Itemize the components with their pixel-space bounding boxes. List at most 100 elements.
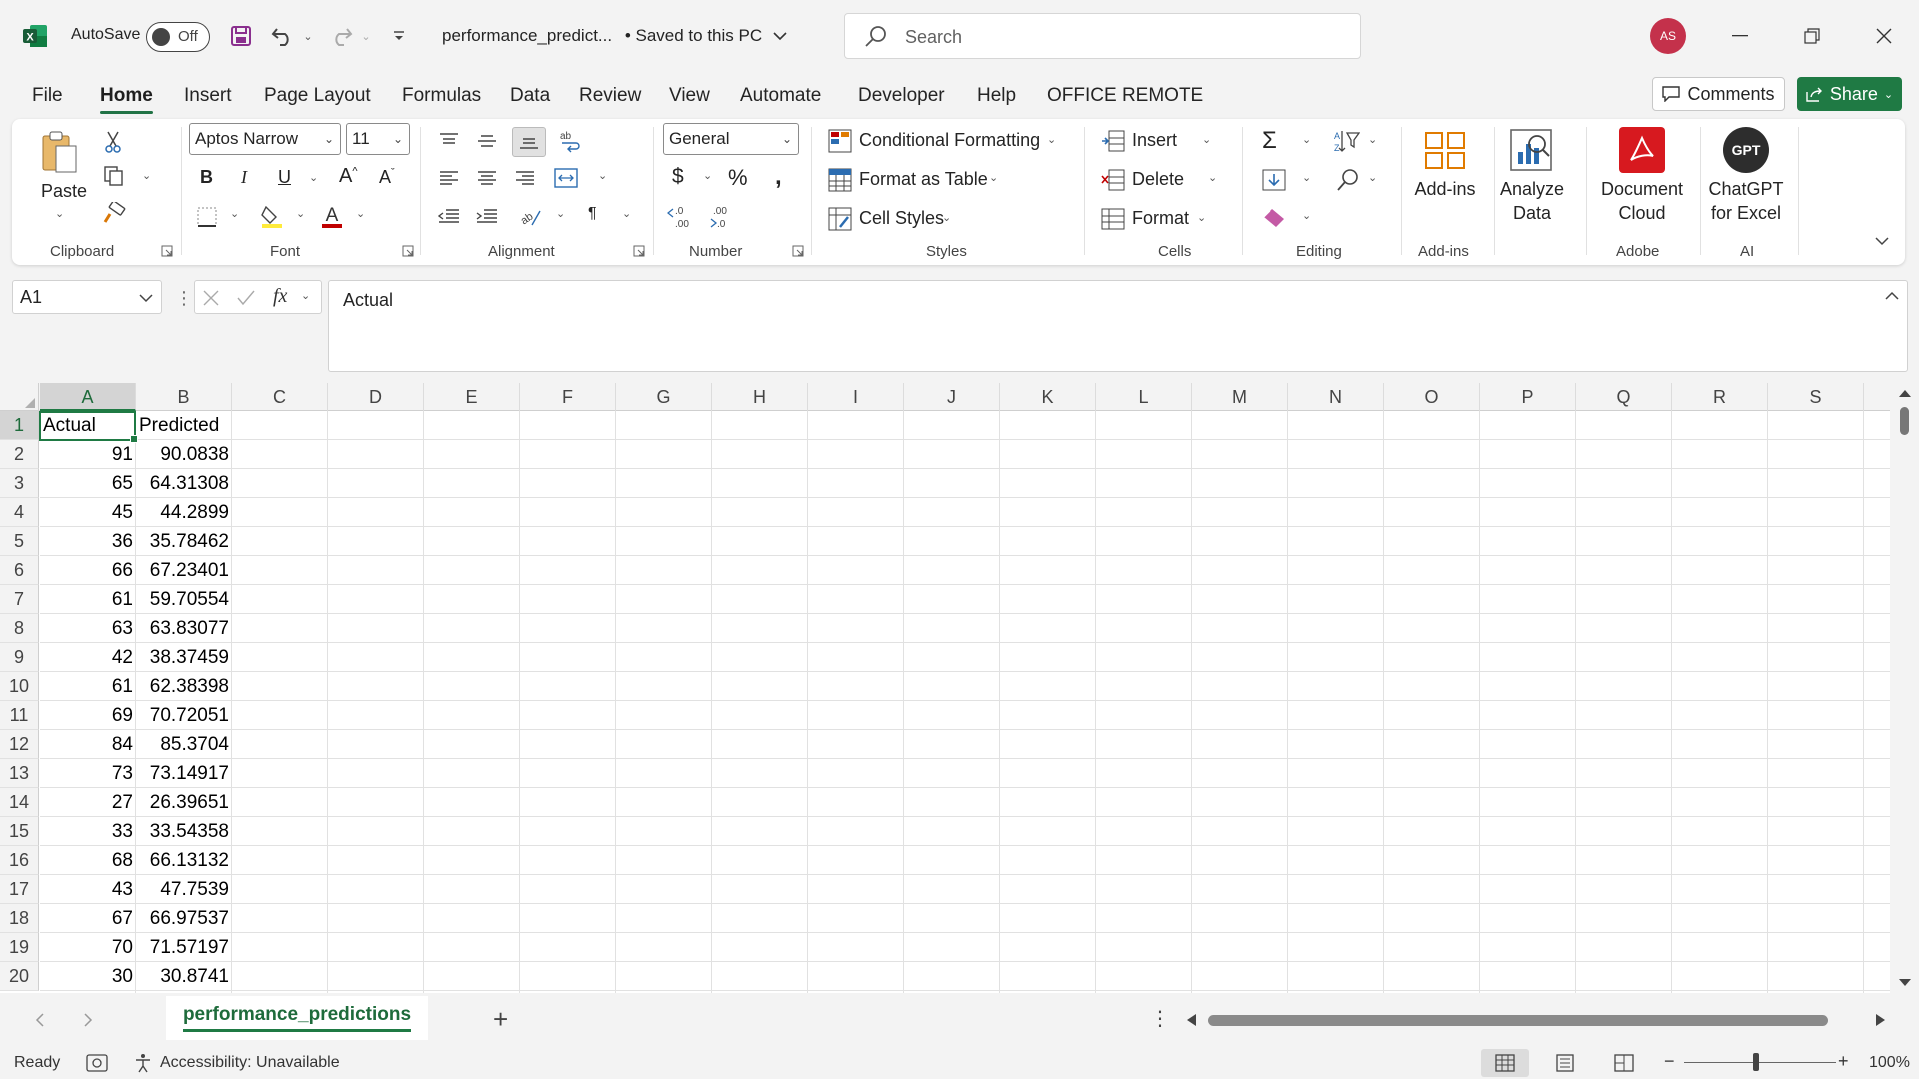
table-cell[interactable]: 26.39651 xyxy=(136,788,232,817)
table-cell[interactable]: 36 xyxy=(40,527,136,556)
chatgpt-label-1[interactable]: ChatGPT xyxy=(1706,177,1786,201)
column-header-k[interactable]: K xyxy=(1000,383,1096,411)
comma-style-icon[interactable]: , xyxy=(775,163,782,191)
clear-dropdown-icon[interactable]: ⌄ xyxy=(1302,209,1311,222)
zoom-in-button[interactable]: + xyxy=(1838,1051,1849,1072)
tab-review[interactable]: Review xyxy=(579,85,641,107)
alignment-launcher-icon[interactable] xyxy=(633,245,645,257)
orientation-icon[interactable]: ab xyxy=(516,203,544,229)
align-bottom-icon[interactable] xyxy=(512,127,546,157)
document-cloud-label-2[interactable]: Cloud xyxy=(1597,201,1687,225)
autosum-icon[interactable]: Σ xyxy=(1262,127,1277,155)
autosave-toggle[interactable]: Off xyxy=(146,22,210,52)
table-cell[interactable]: 61 xyxy=(40,585,136,614)
table-cell[interactable]: 90.0838 xyxy=(136,440,232,469)
formula-input[interactable]: Actual xyxy=(328,280,1908,372)
underline-icon[interactable]: U xyxy=(278,167,291,188)
font-launcher-icon[interactable] xyxy=(402,245,414,257)
font-name-dropdown[interactable]: Aptos Narrow ⌄ xyxy=(189,123,341,155)
table-cell[interactable]: 73 xyxy=(40,759,136,788)
table-cell[interactable]: 67.23401 xyxy=(136,556,232,585)
table-cell[interactable]: 73.14917 xyxy=(136,759,232,788)
currency-dropdown-icon[interactable]: ⌄ xyxy=(703,169,712,182)
table-cell[interactable]: 66.13132 xyxy=(136,846,232,875)
worksheet-grid[interactable]: ABCDEFGHIJKLMNOPQRS 1 2 3 4 5 6 7 8 9 10 11 12 13 14 1… xyxy=(0,383,1919,993)
column-header-f[interactable]: F xyxy=(520,383,616,411)
accessibility-status[interactable]: Accessibility: Unavailable xyxy=(160,1054,340,1072)
collapse-formula-icon[interactable] xyxy=(1885,291,1899,300)
underline-dropdown-icon[interactable]: ⌄ xyxy=(309,171,318,184)
fill-color-icon[interactable] xyxy=(258,203,286,229)
cancel-icon[interactable] xyxy=(203,290,219,306)
table-cell[interactable]: 44.2899 xyxy=(136,498,232,527)
scroll-right-icon[interactable] xyxy=(1876,1014,1886,1026)
tab-page-layout[interactable]: Page Layout xyxy=(264,85,371,107)
table-cell[interactable]: 30.8741 xyxy=(136,962,232,991)
table-cell[interactable]: 84 xyxy=(40,730,136,759)
number-format-dropdown[interactable]: General ⌄ xyxy=(663,123,799,155)
conditional-formatting-icon[interactable] xyxy=(827,128,853,154)
chevron-down-icon[interactable]: ⌄ xyxy=(1208,171,1217,184)
accessibility-icon[interactable] xyxy=(133,1053,153,1073)
column-header-h[interactable]: H xyxy=(712,383,808,411)
normal-view-button[interactable] xyxy=(1481,1049,1529,1077)
align-left-icon[interactable] xyxy=(436,167,462,191)
table-cell[interactable]: 68 xyxy=(40,846,136,875)
tab-automate[interactable]: Automate xyxy=(740,85,821,107)
clear-icon[interactable] xyxy=(1260,205,1288,231)
delete-cells-icon[interactable] xyxy=(1100,167,1126,193)
table-cell[interactable]: 63.83077 xyxy=(136,614,232,643)
previous-sheet-icon[interactable] xyxy=(35,1013,44,1027)
column-header-i[interactable]: I xyxy=(808,383,904,411)
comments-button[interactable]: Comments xyxy=(1652,77,1785,111)
header-cell-b[interactable]: Predicted xyxy=(136,411,232,440)
fill-down-icon[interactable] xyxy=(1260,167,1288,193)
percent-icon[interactable]: % xyxy=(728,165,748,191)
analyze-data-label-1[interactable]: Analyze xyxy=(1496,177,1568,201)
row-header-14[interactable]: 14 xyxy=(0,788,39,817)
tab-file[interactable]: File xyxy=(32,85,63,107)
align-center-icon[interactable] xyxy=(474,167,500,191)
document-title[interactable]: performance_predict... • Saved to this P… xyxy=(442,26,787,46)
chatgpt-icon[interactable]: GPT xyxy=(1723,127,1769,173)
row-header-2[interactable]: 2 xyxy=(0,440,39,469)
sort-filter-dropdown-icon[interactable]: ⌄ xyxy=(1368,133,1377,146)
chevron-down-icon[interactable]: ⌄ xyxy=(1047,133,1056,146)
horizontal-scroll-thumb[interactable] xyxy=(1208,1015,1828,1026)
column-header-p[interactable]: P xyxy=(1480,383,1576,411)
cell-styles-icon[interactable] xyxy=(827,206,853,232)
column-header-c[interactable]: C xyxy=(232,383,328,411)
row-header-8[interactable]: 8 xyxy=(0,614,39,643)
row-header-7[interactable]: 7 xyxy=(0,585,39,614)
table-cell[interactable]: 62.38398 xyxy=(136,672,232,701)
table-cell[interactable]: 59.70554 xyxy=(136,585,232,614)
clipboard-launcher-icon[interactable] xyxy=(161,245,173,257)
tab-data[interactable]: Data xyxy=(510,85,550,107)
more-options-icon[interactable]: ⋮ xyxy=(1150,1006,1170,1031)
restore-button[interactable] xyxy=(1789,14,1835,58)
column-header-s[interactable]: S xyxy=(1768,383,1864,411)
minimize-button[interactable] xyxy=(1717,14,1763,58)
table-cell[interactable]: 67 xyxy=(40,904,136,933)
column-header-r[interactable]: R xyxy=(1672,383,1768,411)
close-button[interactable] xyxy=(1861,14,1907,58)
redo-icon[interactable] xyxy=(326,20,356,52)
row-header-16[interactable]: 16 xyxy=(0,846,39,875)
column-header-j[interactable]: J xyxy=(904,383,1000,411)
find-select-icon[interactable] xyxy=(1334,167,1362,193)
fill-color-dropdown-icon[interactable]: ⌄ xyxy=(296,207,305,220)
fill-dropdown-icon[interactable]: ⌄ xyxy=(1302,171,1311,184)
share-button[interactable]: Share ⌄ xyxy=(1797,77,1902,111)
borders-icon[interactable] xyxy=(194,205,220,229)
align-top-icon[interactable] xyxy=(436,129,462,153)
bold-icon[interactable]: B xyxy=(200,167,213,188)
increase-font-icon[interactable]: A^ xyxy=(339,165,358,188)
format-as-table-label[interactable]: Format as Table xyxy=(859,169,988,190)
table-cell[interactable]: 85.3704 xyxy=(136,730,232,759)
row-header-19[interactable]: 19 xyxy=(0,933,39,962)
insert-function-icon[interactable]: fx xyxy=(273,285,287,308)
merge-dropdown-icon[interactable]: ⌄ xyxy=(598,169,607,182)
italic-icon[interactable]: I xyxy=(241,167,247,188)
table-cell[interactable]: 61 xyxy=(40,672,136,701)
collapse-ribbon-icon[interactable] xyxy=(1872,231,1892,251)
